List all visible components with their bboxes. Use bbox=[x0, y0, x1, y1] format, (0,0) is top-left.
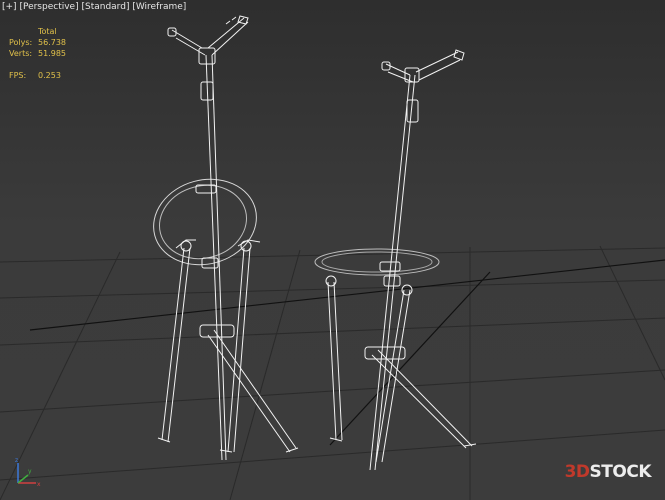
fps-label: FPS: bbox=[9, 71, 27, 80]
statistics-overlay: Total Polys: 56.738 Verts: 51.985 FPS: 0… bbox=[9, 26, 66, 81]
verts-value: 51.985 bbox=[38, 49, 66, 58]
axis-gizmo-icon: x y z bbox=[15, 457, 41, 488]
scene-canvas[interactable] bbox=[0, 0, 665, 500]
watermark-part-3d: 3D bbox=[564, 462, 590, 482]
axis-x-label: x bbox=[37, 481, 41, 488]
stats-polys-row: Polys: 56.738 bbox=[9, 37, 66, 48]
viewport-shading-menu[interactable]: [Standard] bbox=[81, 2, 129, 12]
polys-value: 56.738 bbox=[38, 38, 66, 47]
watermark-part-stock: STOCK bbox=[589, 462, 652, 482]
viewport-display-menu[interactable]: [Wireframe] bbox=[132, 2, 186, 12]
axis-y-label: y bbox=[28, 468, 32, 475]
verts-label: Verts: bbox=[9, 49, 33, 58]
axis-z-label: z bbox=[15, 457, 18, 464]
polys-label: Polys: bbox=[9, 38, 33, 47]
stats-fps-row: FPS: 0.253 bbox=[9, 70, 66, 81]
viewport-perspective[interactable]: [+] [Perspective] [Standard] [Wireframe]… bbox=[0, 0, 665, 500]
watermark-logo: 3DSTOCK bbox=[564, 462, 652, 482]
viewport-plus-menu[interactable]: [+] bbox=[2, 2, 17, 12]
stool-left-wireframe[interactable] bbox=[144, 15, 299, 461]
stats-verts-row: Verts: 51.985 bbox=[9, 48, 66, 59]
stats-header: Total bbox=[38, 27, 57, 36]
viewport-pov-menu[interactable]: [Perspective] bbox=[19, 2, 78, 12]
stool-right-wireframe[interactable] bbox=[314, 49, 477, 471]
viewport-label-menu: [+] [Perspective] [Standard] [Wireframe] bbox=[2, 2, 186, 12]
fps-value: 0.253 bbox=[38, 71, 61, 80]
